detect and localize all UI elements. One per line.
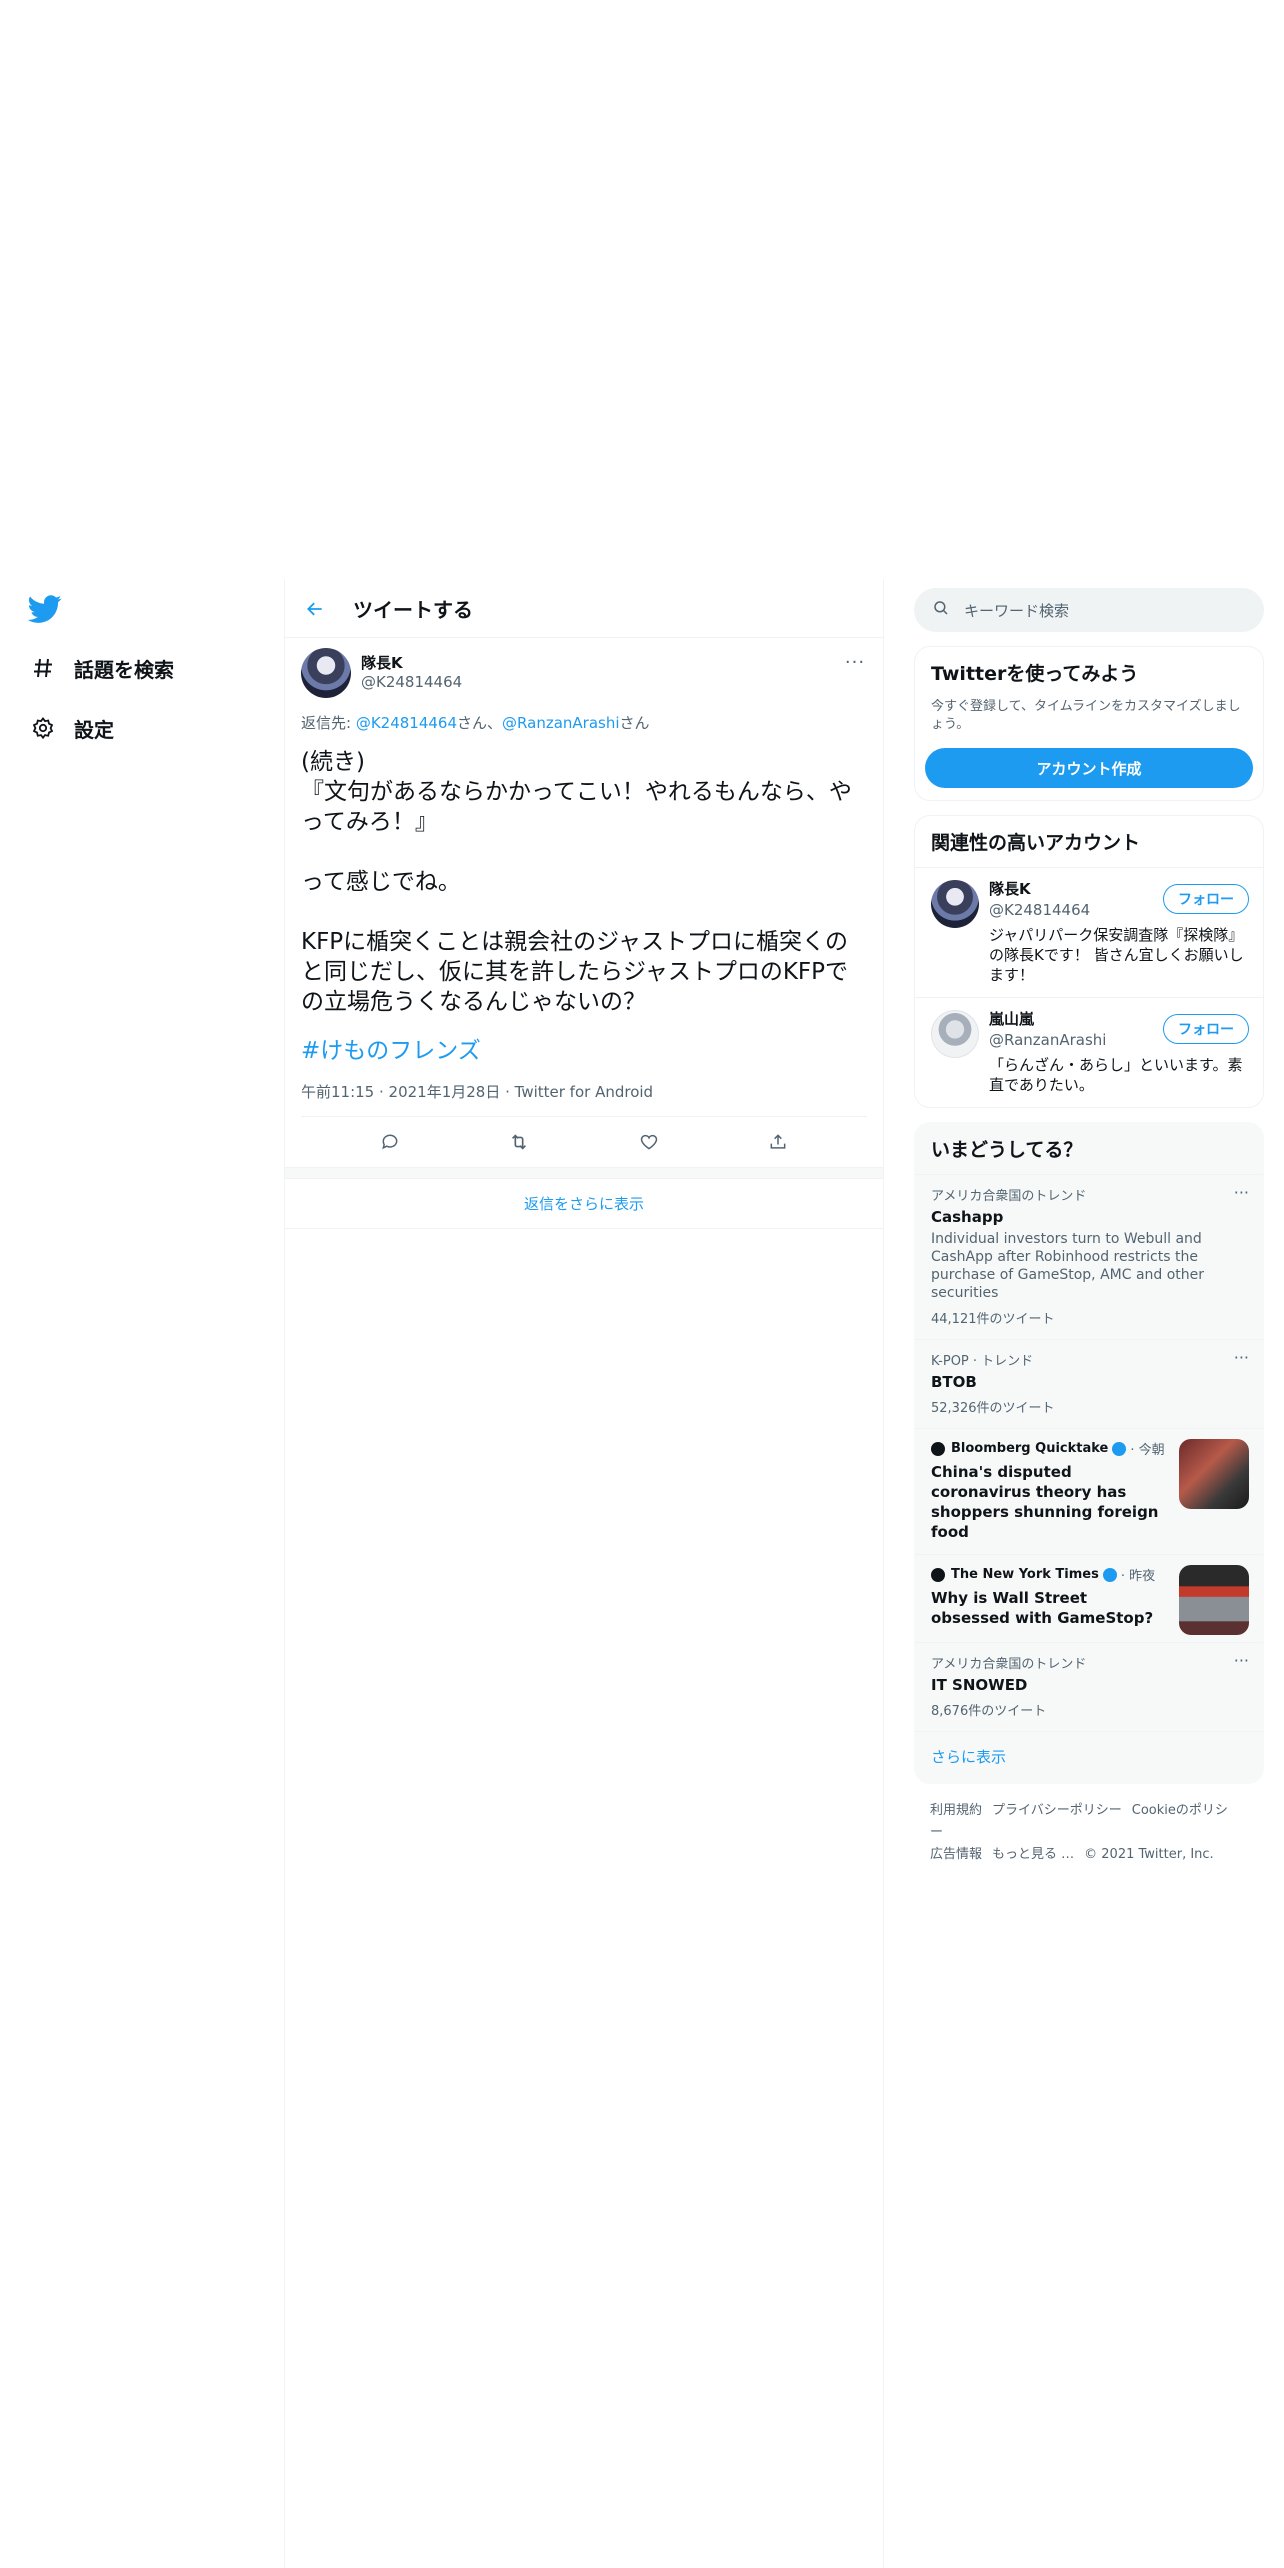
- nav-settings[interactable]: 設定: [28, 708, 114, 748]
- news-time: · 今朝: [1130, 1443, 1165, 1458]
- tweet-header: 隊長K @K24814464 ···: [301, 638, 867, 702]
- tweet: 隊長K @K24814464 ··· 返信先: @K24814464さん、@Ra…: [285, 638, 883, 1117]
- footer-link[interactable]: もっと見る …: [992, 1847, 1074, 1862]
- nav-settings-label: 設定: [74, 717, 114, 742]
- news-time: · 昨夜: [1120, 1569, 1156, 1584]
- trends-title: いまどうしてる？: [931, 1139, 1083, 1161]
- news-item[interactable]: Bloomberg Quicktake · 今朝 China's dispute…: [915, 1428, 1263, 1554]
- account-bio: ジャパリパーク保安調査隊『探検隊』の隊長Kです！ 皆さん宜しくお願いします！: [989, 926, 1244, 984]
- signup-title: Twitterを使ってみよう: [931, 663, 1139, 685]
- trend-item[interactable]: K-POP · トレンド BTOB 52,326件のツイート ···: [915, 1339, 1263, 1428]
- gear-icon: [28, 713, 58, 743]
- footer-link[interactable]: 利用規約: [930, 1803, 982, 1818]
- reply-to-suffix: さん: [619, 714, 650, 732]
- trend-count: 52,326件のツイート: [931, 1401, 1055, 1416]
- more-icon[interactable]: ···: [1234, 1348, 1249, 1367]
- tweet-author-name[interactable]: 隊長K: [361, 652, 403, 673]
- avatar[interactable]: [931, 880, 979, 928]
- hashtag-icon: [28, 653, 58, 683]
- search-box[interactable]: キーワード検索: [914, 588, 1264, 632]
- account-bio: 「らんざん・あらし」といいます。素直でありたい。: [989, 1056, 1243, 1094]
- follow-button[interactable]: フォロー: [1163, 884, 1249, 914]
- like-icon[interactable]: [631, 1124, 667, 1160]
- publisher-logo-icon: [931, 1567, 945, 1582]
- footer-link[interactable]: プライバシーポリシー: [992, 1803, 1122, 1818]
- signup-subtitle: 今すぐ登録して、タイムラインをカスタマイズしましょう。: [931, 699, 1241, 732]
- hashtag-link[interactable]: #けものフレンズ: [301, 1031, 867, 1065]
- trend-context: アメリカ合衆国のトレンド: [931, 1657, 1087, 1672]
- trend-description: Individual investors turn to Webull and …: [931, 1231, 1205, 1301]
- trend-count: 44,121件のツイート: [931, 1312, 1055, 1327]
- tweet-meta[interactable]: 午前11:15 · 2021年1月28日 · Twitter for Andro…: [301, 1081, 867, 1117]
- footer: 利用規約 プライバシーポリシー Cookieのポリシー 広告情報 もっと見る … © 2…: [914, 1800, 1264, 1866]
- more-icon[interactable]: ···: [843, 650, 867, 674]
- reply-icon[interactable]: [372, 1124, 408, 1160]
- tweet-author-handle[interactable]: @K24814464: [361, 673, 462, 691]
- more-icon[interactable]: ···: [1234, 1183, 1249, 1202]
- show-more-trends-link[interactable]: さらに表示: [915, 1731, 1263, 1783]
- back-arrow-icon[interactable]: [295, 589, 335, 629]
- trend-item[interactable]: アメリカ合衆国のトレンド IT SNOWED 8,676件のツイート ···: [915, 1642, 1263, 1731]
- news-item[interactable]: The New York Times · 昨夜 Why is Wall Stre…: [915, 1554, 1263, 1642]
- main-header: ツイートする: [285, 580, 883, 638]
- trend-item[interactable]: アメリカ合衆国のトレンド Cashapp Individual investor…: [915, 1174, 1263, 1339]
- retweet-icon[interactable]: [501, 1124, 537, 1160]
- account-item[interactable]: 隊長K @K24814464 ジャパリパーク保安調査隊『探検隊』の隊長Kです！ …: [915, 867, 1263, 997]
- relevant-accounts-title: 関連性の高いアカウント: [931, 832, 1141, 854]
- copyright: © 2021 Twitter, Inc.: [1084, 1847, 1214, 1862]
- page: 話題を検索 設定 ツイートする 隊長K @K24814464 ··· 返信先:: [0, 0, 1284, 2568]
- page-title: ツイートする: [353, 598, 473, 622]
- twitter-logo-icon[interactable]: [27, 592, 62, 626]
- divider: [285, 1167, 883, 1179]
- publisher-name: The New York Times: [951, 1567, 1099, 1582]
- reply-to-suffix: さん、: [457, 714, 503, 732]
- news-thumbnail: [1179, 1565, 1249, 1635]
- account-item[interactable]: 嵐山嵐 @RanzanArashi 「らんざん・あらし」といいます。素直でありた…: [915, 997, 1263, 1107]
- verified-badge-icon: [1112, 1441, 1127, 1456]
- news-thumbnail: [1179, 1439, 1249, 1509]
- nav-explore[interactable]: 話題を検索: [28, 648, 174, 688]
- publisher-name: Bloomberg Quicktake: [951, 1441, 1109, 1456]
- main-column: ツイートする 隊長K @K24814464 ··· 返信先: @K2481446…: [284, 580, 884, 2568]
- trend-topic: IT SNOWED: [931, 1676, 1028, 1694]
- reply-to-prefix: 返信先:: [301, 714, 356, 732]
- footer-link[interactable]: 広告情報: [930, 1847, 982, 1862]
- right-sidebar: キーワード検索 Twitterを使ってみよう 今すぐ登録して、タイムラインをカス…: [914, 588, 1264, 1866]
- reply-to-user-link[interactable]: @K24814464: [356, 714, 457, 732]
- trends-card: いまどうしてる？ アメリカ合衆国のトレンド Cashapp Individual…: [914, 1122, 1264, 1784]
- news-headline: Why is Wall Street obsessed with GameSto…: [931, 1589, 1154, 1627]
- publisher-logo-icon: [931, 1441, 945, 1456]
- trend-count: 8,676件のツイート: [931, 1704, 1047, 1719]
- create-account-button[interactable]: アカウント作成: [925, 748, 1253, 788]
- relevant-accounts-card: 関連性の高いアカウント 隊長K @K24814464 ジャパリパーク保安調査隊『…: [914, 815, 1264, 1108]
- search-icon: [932, 599, 950, 621]
- reply-to: 返信先: @K24814464さん、@RanzanArashiさん: [301, 712, 867, 733]
- trend-topic: BTOB: [931, 1373, 977, 1391]
- search-input[interactable]: キーワード検索: [964, 600, 1069, 621]
- reply-to-user-link[interactable]: @RanzanArashi: [502, 714, 619, 732]
- tweet-actions: [285, 1117, 883, 1167]
- avatar[interactable]: [931, 1010, 979, 1058]
- share-icon[interactable]: [760, 1124, 796, 1160]
- signup-card: Twitterを使ってみよう 今すぐ登録して、タイムラインをカスタマイズしましょ…: [914, 646, 1264, 801]
- news-headline: China's disputed coronavirus theory has …: [931, 1463, 1159, 1541]
- trend-topic: Cashapp: [931, 1208, 1004, 1226]
- verified-badge-icon: [1102, 1567, 1117, 1582]
- more-icon[interactable]: ···: [1234, 1651, 1249, 1670]
- trend-context: K-POP · トレンド: [931, 1354, 1034, 1369]
- avatar[interactable]: [301, 648, 351, 698]
- tweet-text: (続き) 『文句があるならかかってこい！やれるもんなら、やってみろ！』 って感じ…: [301, 749, 852, 1015]
- follow-button[interactable]: フォロー: [1163, 1014, 1249, 1044]
- trend-context: アメリカ合衆国のトレンド: [931, 1189, 1087, 1204]
- show-more-replies-button[interactable]: 返信をさらに表示: [285, 1179, 883, 1229]
- nav-explore-label: 話題を検索: [74, 657, 174, 682]
